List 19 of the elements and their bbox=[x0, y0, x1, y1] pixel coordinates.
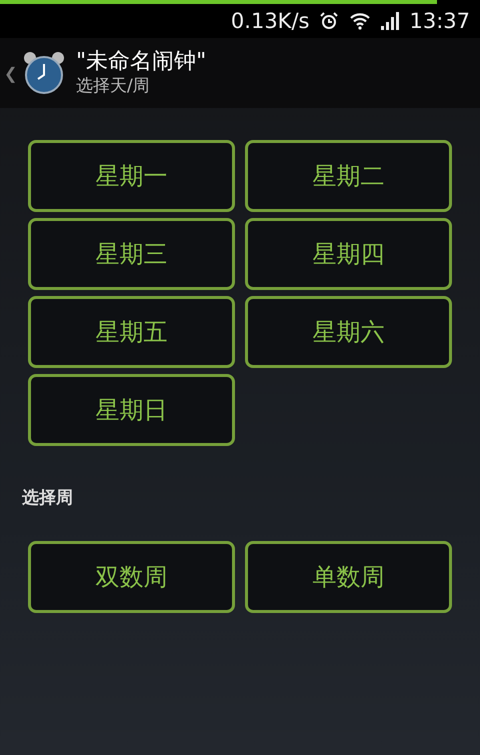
alarm-icon bbox=[319, 11, 340, 31]
clock-icon bbox=[22, 50, 66, 96]
day-button[interactable]: 星期六 bbox=[245, 296, 452, 368]
clock-time: 13:37 bbox=[409, 9, 470, 33]
back-button[interactable]: ❮ bbox=[4, 64, 18, 82]
alarm-subtitle: 选择天/周 bbox=[76, 75, 151, 97]
day-button[interactable]: 星期日 bbox=[28, 374, 235, 446]
section-heading: 选择周 bbox=[22, 487, 73, 509]
day-button[interactable]: 星期四 bbox=[245, 218, 452, 290]
alarm-title: "未命名闹钟" bbox=[76, 49, 206, 75]
day-button[interactable]: 单数周 bbox=[245, 541, 452, 613]
day-button[interactable]: 双数周 bbox=[28, 541, 235, 613]
day-button[interactable]: 星期二 bbox=[245, 140, 452, 212]
day-button[interactable]: 星期三 bbox=[28, 218, 235, 290]
day-button[interactable]: 星期一 bbox=[28, 140, 235, 212]
signal-icon bbox=[381, 12, 400, 30]
network-speed: 0.13K/s bbox=[230, 9, 310, 33]
day-button[interactable]: 星期五 bbox=[28, 296, 235, 368]
wifi-icon bbox=[349, 12, 372, 30]
